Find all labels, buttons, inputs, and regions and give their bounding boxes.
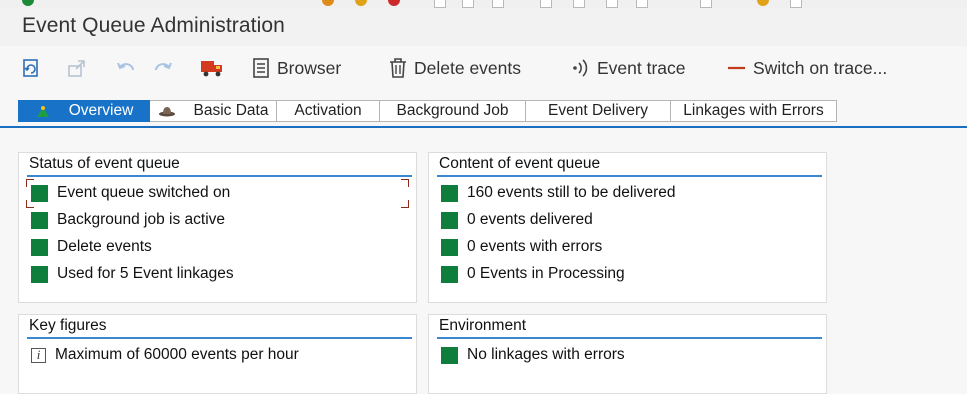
focus-corner: [401, 200, 409, 208]
list-item-text: 160 events still to be delivered: [467, 184, 676, 201]
redo-icon: [155, 62, 172, 71]
browser-button[interactable]: Browser: [251, 56, 341, 80]
tab-overview[interactable]: Overview: [18, 100, 150, 122]
toolbar-icon[interactable]: [606, 0, 618, 8]
list-item-text: Background job is active: [57, 211, 226, 228]
toolbar-icon[interactable]: [462, 0, 474, 8]
delivery-truck-icon: [201, 61, 222, 77]
tab-basic-data[interactable]: Basic Data: [150, 100, 277, 122]
status-green-icon: [441, 265, 458, 283]
status-green-icon: [31, 184, 48, 202]
list-item: i Maximum of 60000 events per hour: [31, 344, 299, 366]
refresh-button[interactable]: [20, 56, 42, 80]
switch-on-trace-button[interactable]: Switch on trace...: [727, 56, 887, 80]
page-title: Event Queue Administration: [22, 14, 285, 37]
tab-basic-data-label: Basic Data: [193, 102, 269, 119]
info-icon: i: [31, 347, 46, 363]
status-green-icon: [441, 211, 458, 229]
list-item: 0 events delivered: [441, 209, 593, 231]
export-icon: [68, 60, 85, 77]
ok-icon[interactable]: [22, 0, 34, 6]
tab-event-delivery[interactable]: Event Delivery: [526, 100, 671, 122]
trash-icon: [390, 58, 406, 78]
list-item-text: 0 events delivered: [467, 211, 593, 228]
favorite-icon[interactable]: [355, 0, 367, 6]
toolbar-icon[interactable]: [540, 0, 552, 8]
toolbar-icon[interactable]: [790, 0, 802, 8]
status-green-icon: [441, 346, 458, 364]
toolbar-icon[interactable]: [573, 0, 585, 8]
content-panel-title: Content of event queue: [437, 153, 822, 177]
event-trace-button[interactable]: Event trace: [571, 56, 686, 80]
list-item: Background job is active: [31, 209, 225, 231]
delete-events-label: Delete events: [414, 57, 522, 78]
undo-button[interactable]: [115, 56, 137, 80]
toolbar-icon[interactable]: [492, 0, 504, 8]
list-item-text: 0 Events in Processing: [467, 265, 625, 282]
list-item: Used for 5 Event linkages: [31, 263, 234, 285]
delete-events-button[interactable]: Delete events: [388, 56, 521, 80]
undo-icon: [117, 62, 134, 71]
toolbar-icon[interactable]: [434, 0, 446, 8]
status-panel-title: Status of event queue: [27, 153, 412, 177]
tab-activation-label: Activation: [294, 102, 362, 119]
switch-on-trace-label: Switch on trace...: [753, 57, 888, 78]
redo-button[interactable]: [152, 56, 174, 80]
refresh-icon: [23, 59, 38, 77]
content-panel: Content of event queue 160 events still …: [428, 152, 827, 303]
list-item: Delete events: [31, 236, 152, 258]
toolbar-icon[interactable]: [636, 0, 648, 8]
export-button[interactable]: [66, 56, 88, 80]
tab-activation[interactable]: Activation: [277, 100, 380, 122]
overview-icon: [36, 106, 49, 117]
environment-panel-title: Environment: [437, 315, 822, 339]
tab-background-job[interactable]: Background Job: [380, 100, 526, 122]
toolbar-icon[interactable]: [700, 0, 712, 8]
window-chrome-strip: [0, 0, 967, 8]
tab-underline: [0, 126, 967, 128]
delivery-button[interactable]: [199, 56, 225, 80]
status-green-icon: [31, 211, 48, 229]
focus-corner: [401, 179, 409, 187]
status-green-icon: [441, 184, 458, 202]
list-item: 0 Events in Processing: [441, 263, 625, 285]
tab-event-delivery-label: Event Delivery: [548, 102, 648, 119]
status-panel: Status of event queue Event queue switch…: [18, 152, 417, 303]
list-item-text: Delete events: [57, 238, 152, 255]
list-item-text: Maximum of 60000 events per hour: [55, 346, 299, 363]
list-item: Event queue switched on: [31, 182, 230, 204]
hat-icon: [158, 107, 175, 117]
key-figures-panel-title: Key figures: [27, 315, 412, 339]
browser-label: Browser: [277, 57, 342, 78]
list-item-text: No linkages with errors: [467, 346, 625, 363]
stop-icon[interactable]: [388, 0, 400, 6]
environment-panel: Environment No linkages with errors: [428, 314, 827, 394]
tab-linkages-with-errors-label: Linkages with Errors: [683, 102, 824, 119]
list-item: No linkages with errors: [441, 344, 625, 366]
status-green-icon: [31, 265, 48, 283]
status-green-icon: [441, 238, 458, 256]
help-icon[interactable]: [757, 0, 769, 6]
warning-icon[interactable]: [322, 0, 334, 6]
application-toolbar: Browser Delete events Event trace Switch…: [0, 46, 967, 92]
list-item: 160 events still to be delivered: [441, 182, 676, 204]
status-green-icon: [31, 238, 48, 256]
list-item: 0 events with errors: [441, 236, 602, 258]
tab-linkages-with-errors[interactable]: Linkages with Errors: [671, 100, 837, 122]
browser-icon: [253, 58, 269, 78]
key-figures-panel: Key figures i Maximum of 60000 events pe…: [18, 314, 417, 394]
tab-strip: Overview Basic Data Activation Backgroun…: [18, 100, 837, 124]
trace-line-icon: [728, 66, 745, 70]
signal-waves-icon: [573, 59, 588, 77]
list-item-text: Used for 5 Event linkages: [57, 265, 234, 282]
list-item-text: 0 events with errors: [467, 238, 603, 255]
event-trace-label: Event trace: [597, 57, 686, 78]
list-item-text: Event queue switched on: [57, 184, 231, 201]
tab-overview-label: Overview: [68, 102, 134, 119]
tab-background-job-label: Background Job: [396, 102, 509, 119]
